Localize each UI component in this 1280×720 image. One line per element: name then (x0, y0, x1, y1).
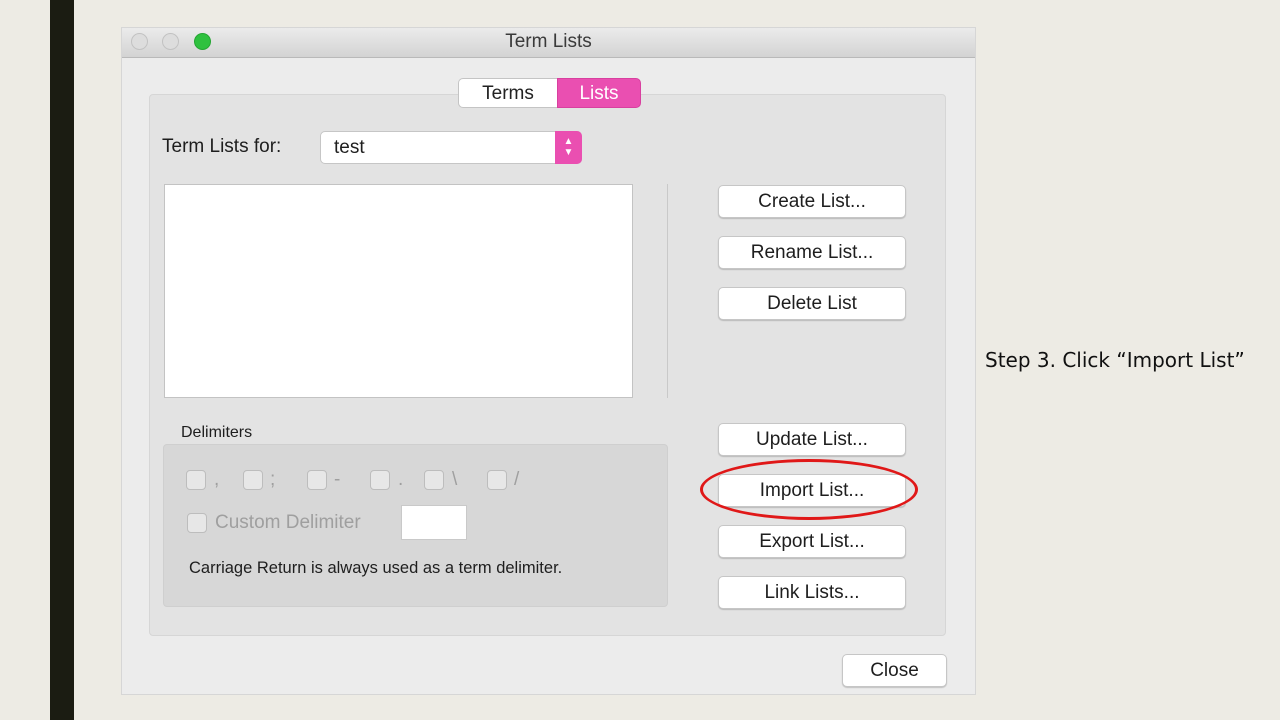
delimiter-comma-checkbox[interactable] (186, 470, 206, 490)
delimiter-semicolon-label: ; (270, 469, 276, 490)
tab-lists[interactable]: Lists (557, 78, 641, 108)
custom-delimiter-checkbox[interactable] (187, 513, 207, 533)
delimiter-slash-checkbox[interactable] (487, 470, 507, 490)
delimiter-comma-label: , (214, 469, 220, 490)
carriage-return-note: Carriage Return is always used as a term… (189, 559, 563, 577)
term-lists-window: Term Lists Terms Lists Term Lists for: t… (122, 28, 975, 694)
custom-delimiter-label: Custom Delimiter (215, 512, 361, 533)
delimiter-slash-label: / (514, 469, 520, 490)
delimiter-hyphen-checkbox[interactable] (307, 470, 327, 490)
import-list-button[interactable]: Import List... (718, 474, 906, 507)
delimiter-period-checkbox[interactable] (370, 470, 390, 490)
rename-list-button[interactable]: Rename List... (718, 236, 906, 269)
delete-list-button[interactable]: Delete List (718, 287, 906, 320)
delimiter-hyphen-label: - (334, 469, 341, 490)
delimiter-backslash-label: \ (452, 469, 458, 490)
term-lists-for-select[interactable]: test ▲ ▼ (320, 131, 582, 164)
instruction-text: Step 3. Click “Import List” (985, 348, 1245, 372)
export-list-button[interactable]: Export List... (718, 525, 906, 558)
term-lists-listbox[interactable] (164, 184, 633, 398)
title-bar: Term Lists (122, 28, 975, 58)
vertical-divider (667, 184, 668, 398)
updown-chevron-icon: ▲ ▼ (555, 131, 582, 164)
slide-left-bar (50, 0, 74, 720)
create-list-button[interactable]: Create List... (718, 185, 906, 218)
custom-delimiter-input[interactable] (401, 505, 467, 540)
delimiter-period-label: . (398, 469, 404, 490)
tab-control: Terms Lists (458, 78, 641, 110)
close-button[interactable]: Close (842, 654, 947, 687)
update-list-button[interactable]: Update List... (718, 423, 906, 456)
link-lists-button[interactable]: Link Lists... (718, 576, 906, 609)
delimiter-semicolon-checkbox[interactable] (243, 470, 263, 490)
delimiters-title: Delimiters (181, 424, 253, 441)
term-lists-for-value: test (334, 137, 365, 158)
tab-terms[interactable]: Terms (458, 78, 557, 108)
delimiter-backslash-checkbox[interactable] (424, 470, 444, 490)
window-title: Term Lists (505, 31, 592, 52)
term-lists-for-label: Term Lists for: (162, 136, 282, 157)
